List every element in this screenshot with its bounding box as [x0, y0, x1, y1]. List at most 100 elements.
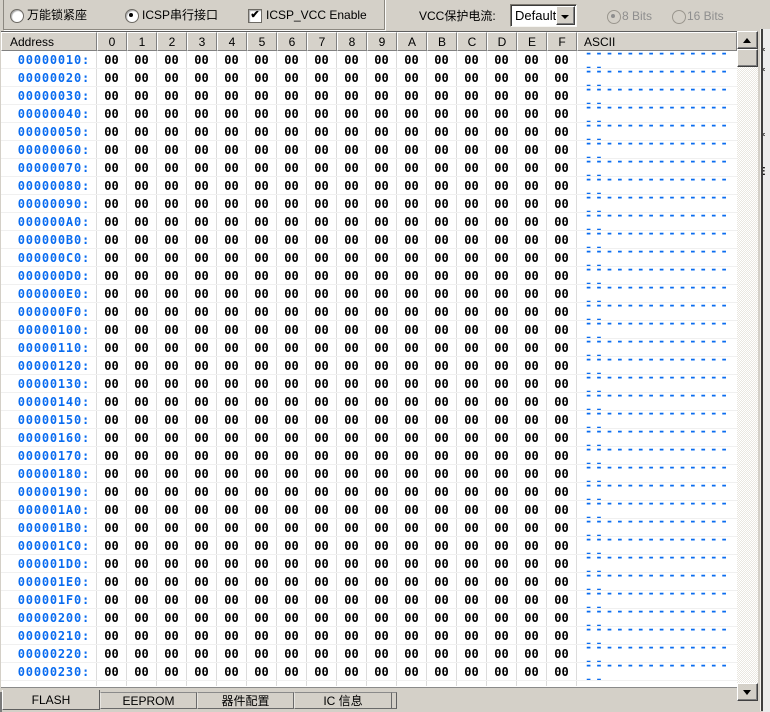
byte-cell[interactable]: 00 — [427, 627, 457, 644]
byte-cell[interactable]: 00 — [547, 609, 577, 626]
byte-cell[interactable]: 00 — [367, 195, 397, 212]
byte-cell[interactable]: 00 — [547, 303, 577, 320]
tab-eeprom[interactable]: EEPROM — [100, 692, 197, 709]
byte-cell[interactable]: 00 — [187, 663, 217, 680]
byte-cell[interactable]: 00 — [487, 519, 517, 536]
byte-cell[interactable]: 00 — [457, 627, 487, 644]
ascii-cell[interactable]: ---------------- — [577, 393, 737, 410]
byte-cell[interactable]: 00 — [247, 123, 277, 140]
byte-cell[interactable]: 00 — [277, 195, 307, 212]
ascii-cell[interactable]: ---------------- — [577, 231, 737, 248]
byte-cell[interactable]: 00 — [187, 411, 217, 428]
byte-cell[interactable]: 00 — [127, 285, 157, 302]
byte-cell[interactable]: 00 — [157, 447, 187, 464]
byte-cell[interactable]: 00 — [187, 465, 217, 482]
byte-cell[interactable]: 00 — [277, 285, 307, 302]
byte-cell[interactable]: 00 — [247, 51, 277, 68]
byte-cell[interactable]: 00 — [97, 87, 127, 104]
byte-cell[interactable]: 00 — [157, 411, 187, 428]
byte-cell[interactable]: 00 — [337, 231, 367, 248]
byte-cell[interactable]: 00 — [97, 627, 127, 644]
byte-cell[interactable]: 00 — [97, 339, 127, 356]
byte-cell[interactable]: 00 — [367, 87, 397, 104]
byte-cell[interactable]: 00 — [247, 267, 277, 284]
byte-cell[interactable]: 00 — [457, 663, 487, 680]
byte-cell[interactable]: 00 — [367, 411, 397, 428]
byte-cell[interactable]: 00 — [97, 609, 127, 626]
byte-cell[interactable]: 00 — [217, 555, 247, 572]
byte-cell[interactable]: 00 — [127, 501, 157, 518]
byte-cell[interactable]: 00 — [517, 375, 547, 392]
byte-cell[interactable]: 00 — [337, 519, 367, 536]
byte-cell[interactable]: 00 — [517, 393, 547, 410]
byte-cell[interactable]: 00 — [487, 501, 517, 518]
byte-cell[interactable]: 00 — [157, 87, 187, 104]
byte-cell[interactable]: 00 — [277, 69, 307, 86]
byte-cell[interactable]: 00 — [457, 357, 487, 374]
byte-cell[interactable]: 00 — [487, 537, 517, 554]
byte-cell[interactable]: 00 — [487, 51, 517, 68]
byte-cell[interactable]: 00 — [277, 537, 307, 554]
byte-cell[interactable]: 00 — [217, 447, 247, 464]
ascii-cell[interactable]: ---------------- — [577, 627, 737, 644]
byte-cell[interactable]: 00 — [427, 393, 457, 410]
byte-cell[interactable]: 00 — [547, 141, 577, 158]
byte-cell[interactable]: 00 — [397, 321, 427, 338]
byte-cell[interactable]: 00 — [337, 573, 367, 590]
byte-cell[interactable]: 00 — [517, 285, 547, 302]
byte-cell[interactable]: 00 — [187, 321, 217, 338]
byte-cell[interactable]: 00 — [547, 429, 577, 446]
byte-cell[interactable]: 00 — [157, 537, 187, 554]
byte-cell[interactable]: 00 — [427, 267, 457, 284]
byte-cell[interactable]: 00 — [97, 249, 127, 266]
byte-cell[interactable]: 00 — [547, 465, 577, 482]
byte-cell[interactable]: 00 — [547, 195, 577, 212]
byte-cell[interactable]: 00 — [157, 555, 187, 572]
byte-cell[interactable]: 00 — [367, 537, 397, 554]
byte-cell[interactable]: 00 — [547, 645, 577, 662]
byte-cell[interactable]: 00 — [367, 159, 397, 176]
byte-cell[interactable]: 00 — [217, 609, 247, 626]
byte-cell[interactable]: 00 — [97, 195, 127, 212]
byte-cell[interactable]: 00 — [487, 573, 517, 590]
byte-cell[interactable]: 00 — [517, 339, 547, 356]
byte-cell[interactable]: 00 — [517, 591, 547, 608]
byte-cell[interactable]: 00 — [277, 303, 307, 320]
byte-cell[interactable]: 00 — [547, 213, 577, 230]
byte-cell[interactable]: 00 — [427, 645, 457, 662]
byte-cell[interactable]: 00 — [307, 195, 337, 212]
byte-cell[interactable]: 00 — [457, 285, 487, 302]
byte-cell[interactable]: 00 — [457, 429, 487, 446]
byte-cell[interactable]: 00 — [487, 393, 517, 410]
byte-cell[interactable]: 00 — [217, 51, 247, 68]
byte-cell[interactable]: 00 — [277, 519, 307, 536]
byte-cell[interactable]: 00 — [487, 357, 517, 374]
byte-cell[interactable]: 00 — [397, 267, 427, 284]
byte-cell[interactable]: 00 — [427, 375, 457, 392]
byte-cell[interactable]: 00 — [547, 321, 577, 338]
ascii-cell[interactable]: ---------------- — [577, 375, 737, 392]
vcc-current-dropdown-button[interactable] — [556, 6, 575, 25]
byte-cell[interactable]: 00 — [277, 231, 307, 248]
byte-cell[interactable]: 00 — [547, 447, 577, 464]
byte-cell[interactable]: 00 — [517, 87, 547, 104]
byte-cell[interactable]: 00 — [307, 321, 337, 338]
byte-cell[interactable]: 00 — [337, 447, 367, 464]
byte-cell[interactable]: 00 — [307, 69, 337, 86]
byte-cell[interactable]: 00 — [487, 303, 517, 320]
byte-cell[interactable]: 00 — [487, 375, 517, 392]
byte-cell[interactable]: 00 — [337, 393, 367, 410]
byte-cell[interactable]: 00 — [337, 285, 367, 302]
byte-cell[interactable]: 00 — [427, 159, 457, 176]
byte-cell[interactable]: 00 — [217, 321, 247, 338]
byte-cell[interactable]: 00 — [217, 591, 247, 608]
byte-cell[interactable]: 00 — [247, 213, 277, 230]
byte-cell[interactable]: 00 — [337, 87, 367, 104]
tab-device-config[interactable]: 器件配置 — [197, 692, 294, 709]
byte-cell[interactable]: 00 — [487, 87, 517, 104]
byte-cell[interactable]: 00 — [397, 159, 427, 176]
byte-cell[interactable]: 00 — [247, 609, 277, 626]
byte-cell[interactable]: 00 — [517, 663, 547, 680]
byte-cell[interactable]: 00 — [187, 357, 217, 374]
byte-cell[interactable]: 00 — [427, 177, 457, 194]
